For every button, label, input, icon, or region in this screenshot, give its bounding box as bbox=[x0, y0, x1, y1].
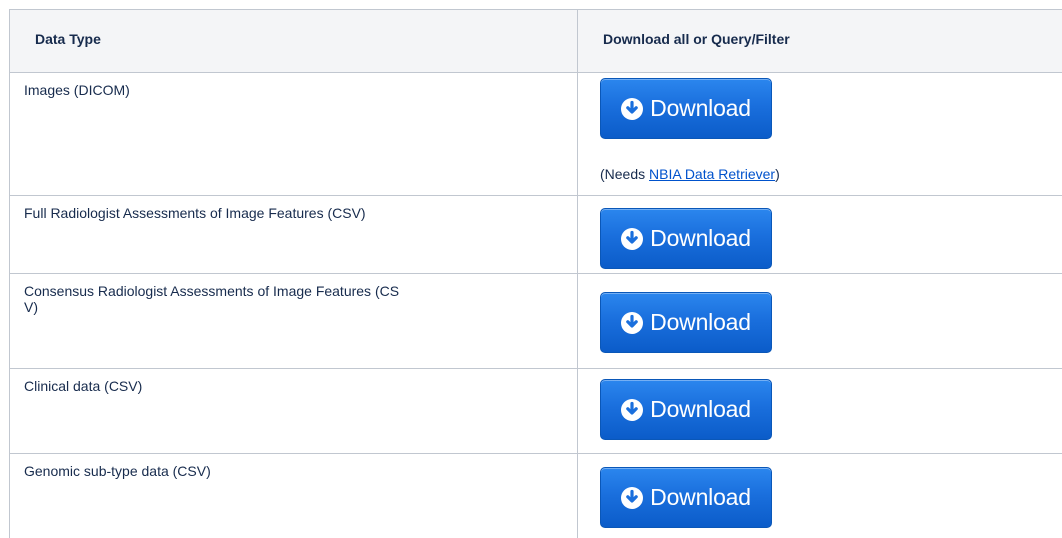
table-row: Clinical data (CSV) Download bbox=[10, 369, 1062, 454]
note-suffix: ) bbox=[775, 166, 780, 182]
download-button-label: Download bbox=[650, 225, 751, 251]
table-row: Consensus Radiologist Assessments of Ima… bbox=[10, 274, 1062, 369]
download-button-label: Download bbox=[650, 309, 751, 335]
table-row: Full Radiologist Assessments of Image Fe… bbox=[10, 196, 1062, 274]
download-button-label: Download bbox=[650, 95, 751, 121]
note-prefix: (Needs bbox=[600, 166, 650, 182]
data-type-cell: Genomic sub-type data (CSV) bbox=[10, 454, 578, 538]
download-cell: Download (Needs NBIA Data Retriever) bbox=[578, 73, 1062, 195]
header-download: Download all or Query/Filter bbox=[603, 31, 790, 47]
download-cell: Download bbox=[578, 369, 1062, 453]
retriever-note: (Needs NBIA Data Retriever) bbox=[600, 166, 780, 182]
download-icon bbox=[621, 97, 644, 120]
nbia-data-retriever-link[interactable]: NBIA Data Retriever bbox=[649, 166, 775, 182]
table-header-row: Data Type Download all or Query/Filter bbox=[10, 10, 1062, 73]
download-button-label: Download bbox=[650, 396, 751, 422]
data-type-cell: Consensus Radiologist Assessments of Ima… bbox=[10, 274, 578, 368]
data-type-cell: Clinical data (CSV) bbox=[10, 369, 578, 453]
download-cell: Download bbox=[578, 454, 1062, 538]
download-button[interactable]: Download bbox=[600, 467, 772, 528]
data-type-cell: Full Radiologist Assessments of Image Fe… bbox=[10, 196, 578, 273]
data-type-cell: Images (DICOM) bbox=[10, 73, 578, 195]
download-button-label: Download bbox=[650, 484, 751, 510]
table-row: Genomic sub-type data (CSV) Download bbox=[10, 454, 1062, 538]
download-button[interactable]: Download bbox=[600, 78, 772, 139]
download-cell: Download bbox=[578, 274, 1062, 368]
download-icon bbox=[621, 486, 644, 509]
header-data-type: Data Type bbox=[10, 10, 578, 72]
download-icon bbox=[621, 311, 644, 334]
download-button[interactable]: Download bbox=[600, 379, 772, 440]
download-icon bbox=[621, 398, 644, 421]
download-button[interactable]: Download bbox=[600, 292, 772, 353]
download-cell: Download bbox=[578, 196, 1062, 273]
download-icon bbox=[621, 227, 644, 250]
table-row: Images (DICOM) Download (Needs NBIA Data… bbox=[10, 73, 1062, 196]
download-button[interactable]: Download bbox=[600, 208, 772, 269]
data-table: Data Type Download all or Query/Filter I… bbox=[9, 9, 1062, 538]
